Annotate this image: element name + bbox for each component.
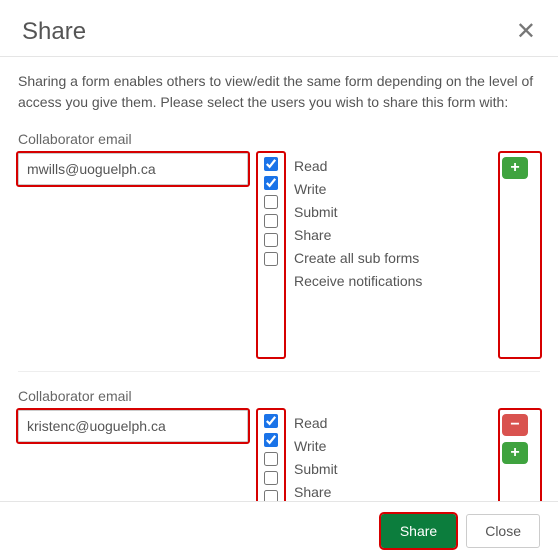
share-checkbox[interactable] <box>264 214 278 228</box>
create-sub-checkbox[interactable] <box>264 490 278 501</box>
permission-checkbox-column <box>258 410 284 501</box>
dialog-title: Share <box>22 18 86 46</box>
remove-collaborator-button[interactable]: − <box>502 414 528 436</box>
write-label: Write <box>294 180 490 198</box>
email-column <box>18 410 248 501</box>
action-column: − + <box>500 410 540 501</box>
minus-icon: − <box>510 417 519 433</box>
read-label: Read <box>294 414 490 432</box>
share-button[interactable]: Share <box>381 514 456 548</box>
email-column <box>18 153 248 357</box>
close-button[interactable]: Close <box>466 514 540 548</box>
plus-icon: + <box>510 160 519 176</box>
dialog-body: Sharing a form enables others to view/ed… <box>0 57 558 501</box>
submit-label: Submit <box>294 203 490 221</box>
receive-notif-label: Receive notifications <box>294 272 490 290</box>
add-collaborator-button[interactable]: + <box>502 442 528 464</box>
collaborator-row: Read Write Submit Share Create all sub f… <box>18 153 540 357</box>
write-label: Write <box>294 437 490 455</box>
submit-checkbox[interactable] <box>264 452 278 466</box>
read-checkbox[interactable] <box>264 157 278 171</box>
share-dialog: Share ✕ Sharing a form enables others to… <box>0 0 558 560</box>
create-sub-label: Create all sub forms <box>294 249 490 267</box>
read-checkbox[interactable] <box>264 414 278 428</box>
write-checkbox[interactable] <box>264 176 278 190</box>
dialog-header: Share ✕ <box>0 0 558 56</box>
collaborator-email-label: Collaborator email <box>18 131 540 147</box>
permission-label-column: Read Write Submit Share Create all sub f… <box>294 410 490 501</box>
plus-icon: + <box>510 445 519 461</box>
dialog-footer: Share Close <box>0 501 558 560</box>
submit-checkbox[interactable] <box>264 195 278 209</box>
read-label: Read <box>294 157 490 175</box>
description-text: Sharing a form enables others to view/ed… <box>18 71 540 113</box>
permission-checkbox-column <box>258 153 284 357</box>
close-icon[interactable]: ✕ <box>516 20 536 44</box>
share-checkbox[interactable] <box>264 471 278 485</box>
permission-label-column: Read Write Submit Share Create all sub f… <box>294 153 490 357</box>
write-checkbox[interactable] <box>264 433 278 447</box>
receive-notif-checkbox[interactable] <box>264 252 278 266</box>
submit-label: Submit <box>294 460 490 478</box>
action-column: + <box>500 153 540 357</box>
share-label: Share <box>294 483 490 501</box>
create-sub-checkbox[interactable] <box>264 233 278 247</box>
collaborator-email-input[interactable] <box>18 153 248 185</box>
share-label: Share <box>294 226 490 244</box>
collaborator-email-label: Collaborator email <box>18 388 540 404</box>
collaborator-row: Read Write Submit Share Create all sub f… <box>18 410 540 501</box>
collaborator-divider <box>18 371 540 372</box>
collaborator-email-input[interactable] <box>18 410 248 442</box>
add-collaborator-button[interactable]: + <box>502 157 528 179</box>
